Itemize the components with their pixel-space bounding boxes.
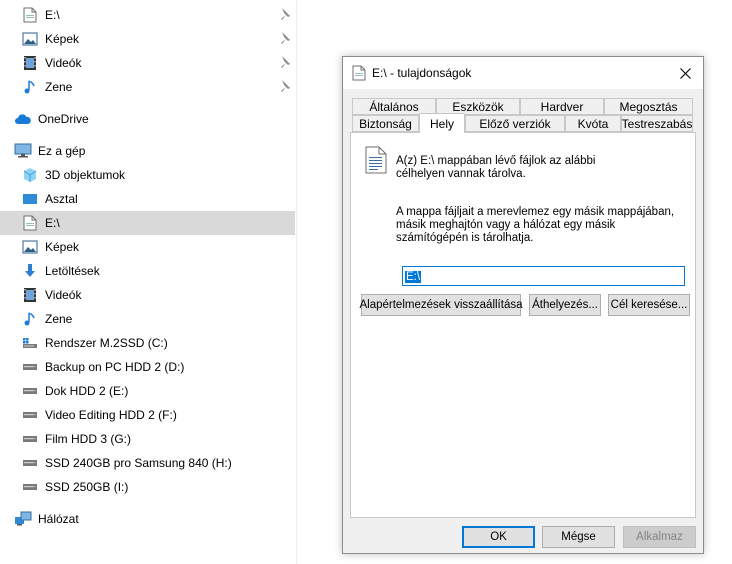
location-input[interactable]: E:\ bbox=[402, 266, 685, 286]
ok-button[interactable]: OK bbox=[462, 526, 535, 548]
nav-item-music[interactable]: Zene bbox=[0, 307, 295, 331]
downloads-icon bbox=[21, 262, 39, 280]
nav-item-label: Zene bbox=[45, 80, 73, 94]
nav-item-quick-music[interactable]: Zene bbox=[0, 75, 295, 99]
nav-item-label: Képek bbox=[45, 240, 80, 254]
hard-drive-icon bbox=[21, 382, 39, 400]
nav-item-label: Dok HDD 2 (E:) bbox=[45, 384, 129, 398]
tab-quota[interactable]: Kvóta bbox=[565, 115, 621, 132]
drive-icon bbox=[352, 65, 366, 81]
nav-item-drive-d[interactable]: Backup on PC HDD 2 (D:) bbox=[0, 355, 295, 379]
3d-objects-icon bbox=[21, 166, 39, 184]
location-tab-panel: A(z) E:\ mappában lévő fájlok az alábbi … bbox=[350, 132, 696, 518]
location-input-value: E:\ bbox=[405, 271, 422, 283]
nav-item-label: Videók bbox=[45, 288, 82, 302]
nav-item-desktop[interactable]: Asztal bbox=[0, 187, 295, 211]
nav-item-label: OneDrive bbox=[38, 112, 89, 126]
nav-item-quick-pictures[interactable]: Képek bbox=[0, 27, 295, 51]
nav-item-drive-e2[interactable]: Dok HDD 2 (E:) bbox=[0, 379, 295, 403]
nav-item-label: Rendszer M.2SSD (C:) bbox=[45, 336, 168, 350]
nav-item-drive-i[interactable]: SSD 250GB (I:) bbox=[0, 475, 295, 499]
tab-previous-versions[interactable]: Előző verziók bbox=[465, 115, 565, 132]
music-icon bbox=[21, 310, 39, 328]
close-button[interactable] bbox=[667, 57, 703, 89]
nav-item-downloads[interactable]: Letöltések bbox=[0, 259, 295, 283]
tab-customize[interactable]: Testreszabás bbox=[621, 115, 693, 132]
document-icon bbox=[365, 146, 387, 174]
nav-item-label: Képek bbox=[45, 32, 80, 46]
hard-drive-icon bbox=[21, 358, 39, 376]
nav-item-drive-f[interactable]: Video Editing HDD 2 (F:) bbox=[0, 403, 295, 427]
cancel-button[interactable]: Mégse bbox=[542, 526, 615, 548]
nav-item-label: E:\ bbox=[45, 8, 60, 22]
music-icon bbox=[21, 78, 39, 96]
nav-item-drive-c[interactable]: Rendszer M.2SSD (C:) bbox=[0, 331, 295, 355]
drive-icon bbox=[21, 214, 39, 232]
move-button[interactable]: Áthelyezés... bbox=[529, 294, 601, 316]
pin-icon[interactable] bbox=[277, 79, 291, 93]
tab-hardware[interactable]: Hardver bbox=[520, 98, 604, 115]
nav-item-label: Ez a gép bbox=[38, 144, 86, 158]
location-explanation: A mappa fájljait a merevlemez egy másik … bbox=[396, 206, 675, 244]
network-icon bbox=[14, 510, 32, 528]
nav-item-videos[interactable]: Videók bbox=[0, 283, 295, 307]
nav-item-this-pc[interactable]: Ez a gép bbox=[0, 139, 295, 163]
nav-item-drive-h[interactable]: SSD 240GB pro Samsung 840 (H:) bbox=[0, 451, 295, 475]
hard-drive-icon bbox=[21, 454, 39, 472]
drive-icon bbox=[21, 6, 39, 24]
restore-defaults-button[interactable]: Alapértelmezések visszaállítása bbox=[360, 294, 523, 316]
nav-item-3d-objects[interactable]: 3D objektumok bbox=[0, 163, 295, 187]
nav-item-drive-e[interactable]: E:\ bbox=[0, 211, 295, 235]
nav-item-label: SSD 250GB (I:) bbox=[45, 480, 129, 494]
pictures-icon bbox=[21, 238, 39, 256]
computer-icon bbox=[14, 142, 32, 160]
pictures-icon bbox=[21, 30, 39, 48]
nav-item-quick-videos[interactable]: Videók bbox=[0, 51, 295, 75]
nav-item-label: Videók bbox=[45, 56, 82, 70]
hard-drive-icon bbox=[21, 478, 39, 496]
tab-sharing[interactable]: Megosztás bbox=[604, 98, 693, 115]
apply-button[interactable]: Alkalmaz bbox=[623, 526, 696, 548]
cloud-icon bbox=[14, 110, 32, 128]
nav-item-label: E:\ bbox=[45, 216, 60, 230]
nav-item-label: Asztal bbox=[45, 192, 78, 206]
tab-security[interactable]: Biztonság bbox=[352, 115, 419, 132]
nav-item-pictures[interactable]: Képek bbox=[0, 235, 295, 259]
desktop-icon bbox=[21, 190, 39, 208]
nav-item-label: Letöltések bbox=[45, 264, 100, 278]
find-target-button[interactable]: Cél keresése... bbox=[608, 294, 690, 316]
nav-item-label: SSD 240GB pro Samsung 840 (H:) bbox=[45, 456, 232, 470]
hard-drive-icon bbox=[21, 406, 39, 424]
title-bar[interactable]: E:\ - tulajdonságok bbox=[343, 57, 703, 89]
location-description: A(z) E:\ mappában lévő fájlok az alábbi … bbox=[396, 155, 596, 180]
navigation-pane: E:\ Képek Videók Zene OneDrive Ez a gép … bbox=[0, 0, 297, 564]
nav-item-label: Hálózat bbox=[38, 512, 79, 526]
close-icon bbox=[679, 67, 691, 79]
videos-icon bbox=[21, 54, 39, 72]
nav-item-quick-drive-e[interactable]: E:\ bbox=[0, 3, 295, 27]
nav-item-onedrive[interactable]: OneDrive bbox=[0, 107, 295, 131]
hard-drive-icon bbox=[21, 430, 39, 448]
nav-item-label: Film HDD 3 (G:) bbox=[45, 432, 131, 446]
system-drive-icon bbox=[21, 334, 39, 352]
dialog-title: E:\ - tulajdonságok bbox=[372, 66, 472, 80]
nav-item-drive-g[interactable]: Film HDD 3 (G:) bbox=[0, 427, 295, 451]
pin-icon[interactable] bbox=[277, 31, 291, 45]
pin-icon[interactable] bbox=[277, 7, 291, 21]
nav-item-label: 3D objektumok bbox=[45, 168, 126, 182]
nav-item-label: Backup on PC HDD 2 (D:) bbox=[45, 360, 185, 374]
nav-item-label: Video Editing HDD 2 (F:) bbox=[45, 408, 177, 422]
pin-icon[interactable] bbox=[277, 55, 291, 69]
nav-item-network[interactable]: Hálózat bbox=[0, 507, 295, 531]
nav-item-label: Zene bbox=[45, 312, 73, 326]
properties-dialog: E:\ - tulajdonságok Általános Eszközök H… bbox=[342, 56, 704, 554]
tab-location[interactable]: Hely bbox=[419, 113, 465, 133]
videos-icon bbox=[21, 286, 39, 304]
